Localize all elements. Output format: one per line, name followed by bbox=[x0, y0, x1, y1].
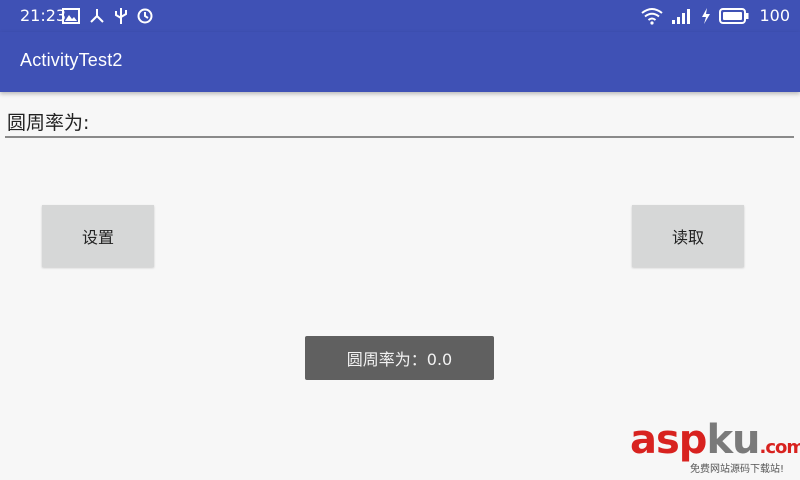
battery-level: 100 bbox=[759, 6, 790, 25]
battery-icon bbox=[719, 7, 749, 24]
app-bar: ActivityTest2 bbox=[0, 32, 800, 92]
pi-text-field[interactable]: 圆周率为: bbox=[5, 102, 794, 138]
set-button[interactable]: 设置 bbox=[42, 205, 154, 267]
wifi-icon bbox=[641, 7, 664, 25]
app-title: ActivityTest2 bbox=[20, 50, 123, 70]
status-system-icons: 100 bbox=[641, 6, 790, 25]
image-icon bbox=[62, 8, 80, 24]
watermark-brand-suffix: .com bbox=[759, 437, 800, 458]
pi-label: 圆周率为: bbox=[7, 112, 90, 134]
alarm-icon bbox=[137, 8, 153, 24]
toast-message: 圆周率为：0.0 bbox=[305, 336, 494, 380]
status-bar: 21:23 100 bbox=[0, 0, 800, 32]
status-notification-icons bbox=[62, 7, 153, 25]
charging-icon bbox=[701, 7, 711, 25]
watermark-tagline: 免费网站源码下载站! bbox=[690, 464, 785, 475]
usb-tether-icon bbox=[89, 8, 105, 24]
watermark-logo: aspku.com 免费网站源码下载站! bbox=[630, 417, 800, 476]
status-time: 21:23 bbox=[20, 6, 67, 25]
watermark-brand-accent: ku bbox=[706, 417, 760, 463]
usb-icon bbox=[114, 7, 128, 25]
read-button[interactable]: 读取 bbox=[632, 205, 744, 267]
watermark-brand-main: asp bbox=[630, 417, 707, 463]
field-underline bbox=[5, 136, 794, 138]
signal-icon bbox=[671, 7, 693, 25]
